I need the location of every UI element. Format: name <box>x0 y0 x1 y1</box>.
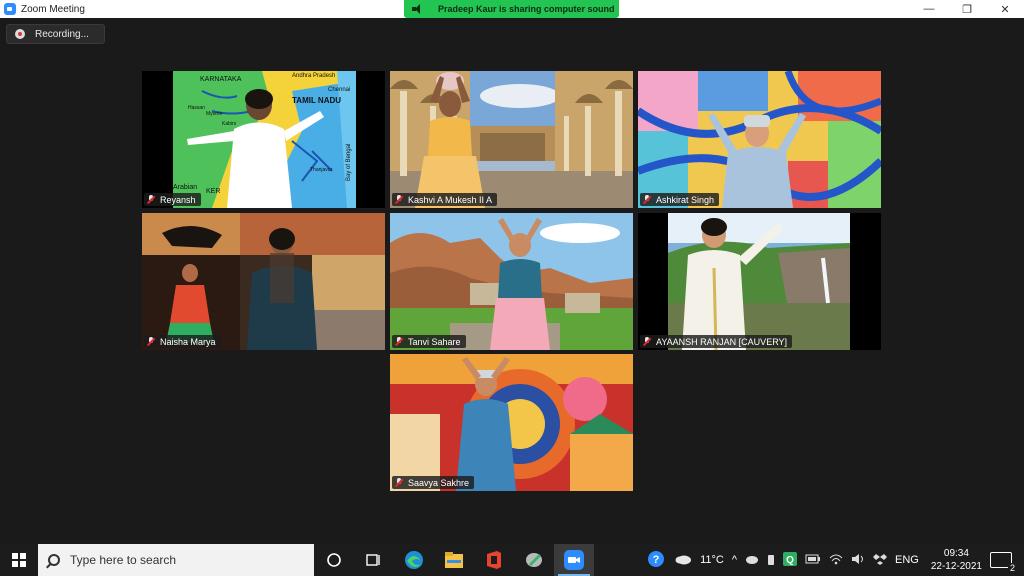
map-label: Mysore <box>206 111 223 117</box>
video-tile-ashkirat[interactable]: Ashkirat Singh <box>638 71 881 208</box>
video-feed <box>390 71 633 208</box>
taskbar-search-box[interactable]: Type here to search <box>38 544 314 576</box>
photos-icon[interactable] <box>514 544 554 576</box>
edge-icon[interactable] <box>394 544 434 576</box>
mic-muted-icon <box>395 195 403 204</box>
mic-muted-icon <box>147 337 155 346</box>
video-tile-ayaansh[interactable]: AYAANSH RANJAN [CAUVERY] <box>638 213 881 350</box>
task-view-icon[interactable] <box>354 544 394 576</box>
video-feed: KARNATAKA Andhra Pradesh TAMIL NADU Chen… <box>142 71 385 208</box>
battery-icon[interactable] <box>805 554 821 567</box>
collage-background <box>638 71 881 208</box>
qlik-icon[interactable]: Q <box>783 551 797 569</box>
sharing-banner-text: Pradeep Kaur is sharing computer sound <box>438 4 615 14</box>
video-feed <box>638 71 881 208</box>
video-feed <box>390 354 633 491</box>
participant-name: AYAANSH RANJAN [CAUVERY] <box>656 336 788 347</box>
chevron-up-icon[interactable]: ^ <box>732 554 737 566</box>
notification-icon[interactable]: 2 <box>990 552 1017 573</box>
windows-taskbar: Type here to search ? 11°C ^ Q ENG 09:34… <box>0 544 1024 576</box>
office-icon[interactable] <box>474 544 514 576</box>
participant-name: Kashvi A Mukesh II A <box>408 194 493 205</box>
clock[interactable]: 09:34 22-12-2021 <box>931 547 982 573</box>
cloud-icon[interactable] <box>745 554 759 567</box>
ruins-background <box>390 213 633 350</box>
start-button[interactable] <box>0 544 38 576</box>
recording-indicator[interactable]: Recording... <box>6 24 105 44</box>
participant-name-tag: Reyansh <box>144 193 201 206</box>
mic-muted-icon <box>643 337 651 346</box>
map-label: Chennai <box>328 87 350 93</box>
map-background: KARNATAKA Andhra Pradesh TAMIL NADU Chen… <box>173 71 356 208</box>
window-controls: — ❐ ✕ <box>910 0 1024 18</box>
video-tile-naisha[interactable]: Naisha Marya <box>142 213 385 350</box>
sharing-banner[interactable]: Pradeep Kaur is sharing computer sound <box>404 0 619 18</box>
mic-muted-icon <box>147 195 155 204</box>
minimize-button[interactable]: — <box>910 0 948 18</box>
clock-date: 22-12-2021 <box>930 561 982 572</box>
restore-button[interactable]: ❐ <box>948 0 986 18</box>
participant-name-tag: AYAANSH RANJAN [CAUVERY] <box>640 335 793 348</box>
video-tile-kashvi[interactable]: Kashvi A Mukesh II A <box>390 71 633 208</box>
map-label: Bay of Bengal <box>346 144 352 181</box>
window-title: Zoom Meeting <box>21 3 85 15</box>
map-label: Hassan <box>188 105 205 111</box>
participant-name-tag: Ashkirat Singh <box>640 193 720 206</box>
clock-time: 09:34 <box>943 548 969 559</box>
map-label: Arabian <box>173 184 197 191</box>
video-tile-saavya[interactable]: Saavya Sakhre <box>390 354 633 491</box>
participant-name: Reyansh <box>160 194 196 205</box>
participant-name-tag: Saavya Sakhre <box>392 476 475 489</box>
language-indicator[interactable]: ENG <box>895 554 919 566</box>
search-placeholder: Type here to search <box>70 553 177 567</box>
participant-name: Naisha Marya <box>160 336 216 347</box>
svg-text:Q: Q <box>786 555 794 566</box>
mic-muted-icon <box>643 195 651 204</box>
video-feed <box>142 213 385 350</box>
file-explorer-icon[interactable] <box>434 544 474 576</box>
participant-name: Ashkirat Singh <box>656 194 715 205</box>
speaker-icon <box>412 4 424 14</box>
video-feed <box>638 213 881 350</box>
map-label: Thanjavur <box>310 167 333 173</box>
record-icon <box>15 29 25 39</box>
notification-count: 2 <box>1007 563 1017 573</box>
windows-icon <box>12 553 26 567</box>
map-label: Kabini <box>222 121 236 127</box>
help-icon[interactable]: ? <box>646 549 666 572</box>
zoom-icon[interactable] <box>554 544 594 576</box>
participant-name: Saavya Sakhre <box>408 477 470 488</box>
folk-art-background <box>390 354 633 491</box>
recording-label: Recording... <box>35 28 89 40</box>
palace-background <box>390 71 633 208</box>
map-label: KER <box>206 188 220 195</box>
mic-muted-icon <box>395 478 403 487</box>
weather-temperature[interactable]: 11°C <box>700 554 724 566</box>
participant-name-tag: Naisha Marya <box>144 335 221 348</box>
dance-collage-background <box>142 213 385 350</box>
zoom-app-icon <box>4 3 16 15</box>
cortana-icon[interactable] <box>314 544 354 576</box>
system-tray: ? 11°C ^ Q ENG 09:34 22-12-2021 2 <box>642 544 1024 576</box>
volume-icon[interactable] <box>851 553 865 568</box>
participant-name-tag: Tanvi Sahare <box>392 335 466 348</box>
river-background <box>638 213 881 350</box>
svg-text:?: ? <box>653 554 660 566</box>
participant-name: Tanvi Sahare <box>408 336 461 347</box>
video-feed <box>390 213 633 350</box>
close-button[interactable]: ✕ <box>986 0 1024 18</box>
search-icon <box>48 554 60 566</box>
usb-icon[interactable] <box>767 552 775 569</box>
map-label: Andhra Pradesh <box>292 73 335 79</box>
video-tile-tanvi[interactable]: Tanvi Sahare <box>390 213 633 350</box>
weather-icon[interactable] <box>674 553 692 568</box>
mic-muted-icon <box>395 337 403 346</box>
dropbox-icon[interactable] <box>873 553 887 568</box>
video-tile-reyansh[interactable]: KARNATAKA Andhra Pradesh TAMIL NADU Chen… <box>142 71 385 208</box>
wifi-icon[interactable] <box>829 553 843 568</box>
map-label: KARNATAKA <box>200 76 242 83</box>
participant-name-tag: Kashvi A Mukesh II A <box>392 193 498 206</box>
map-label: TAMIL NADU <box>292 96 341 105</box>
